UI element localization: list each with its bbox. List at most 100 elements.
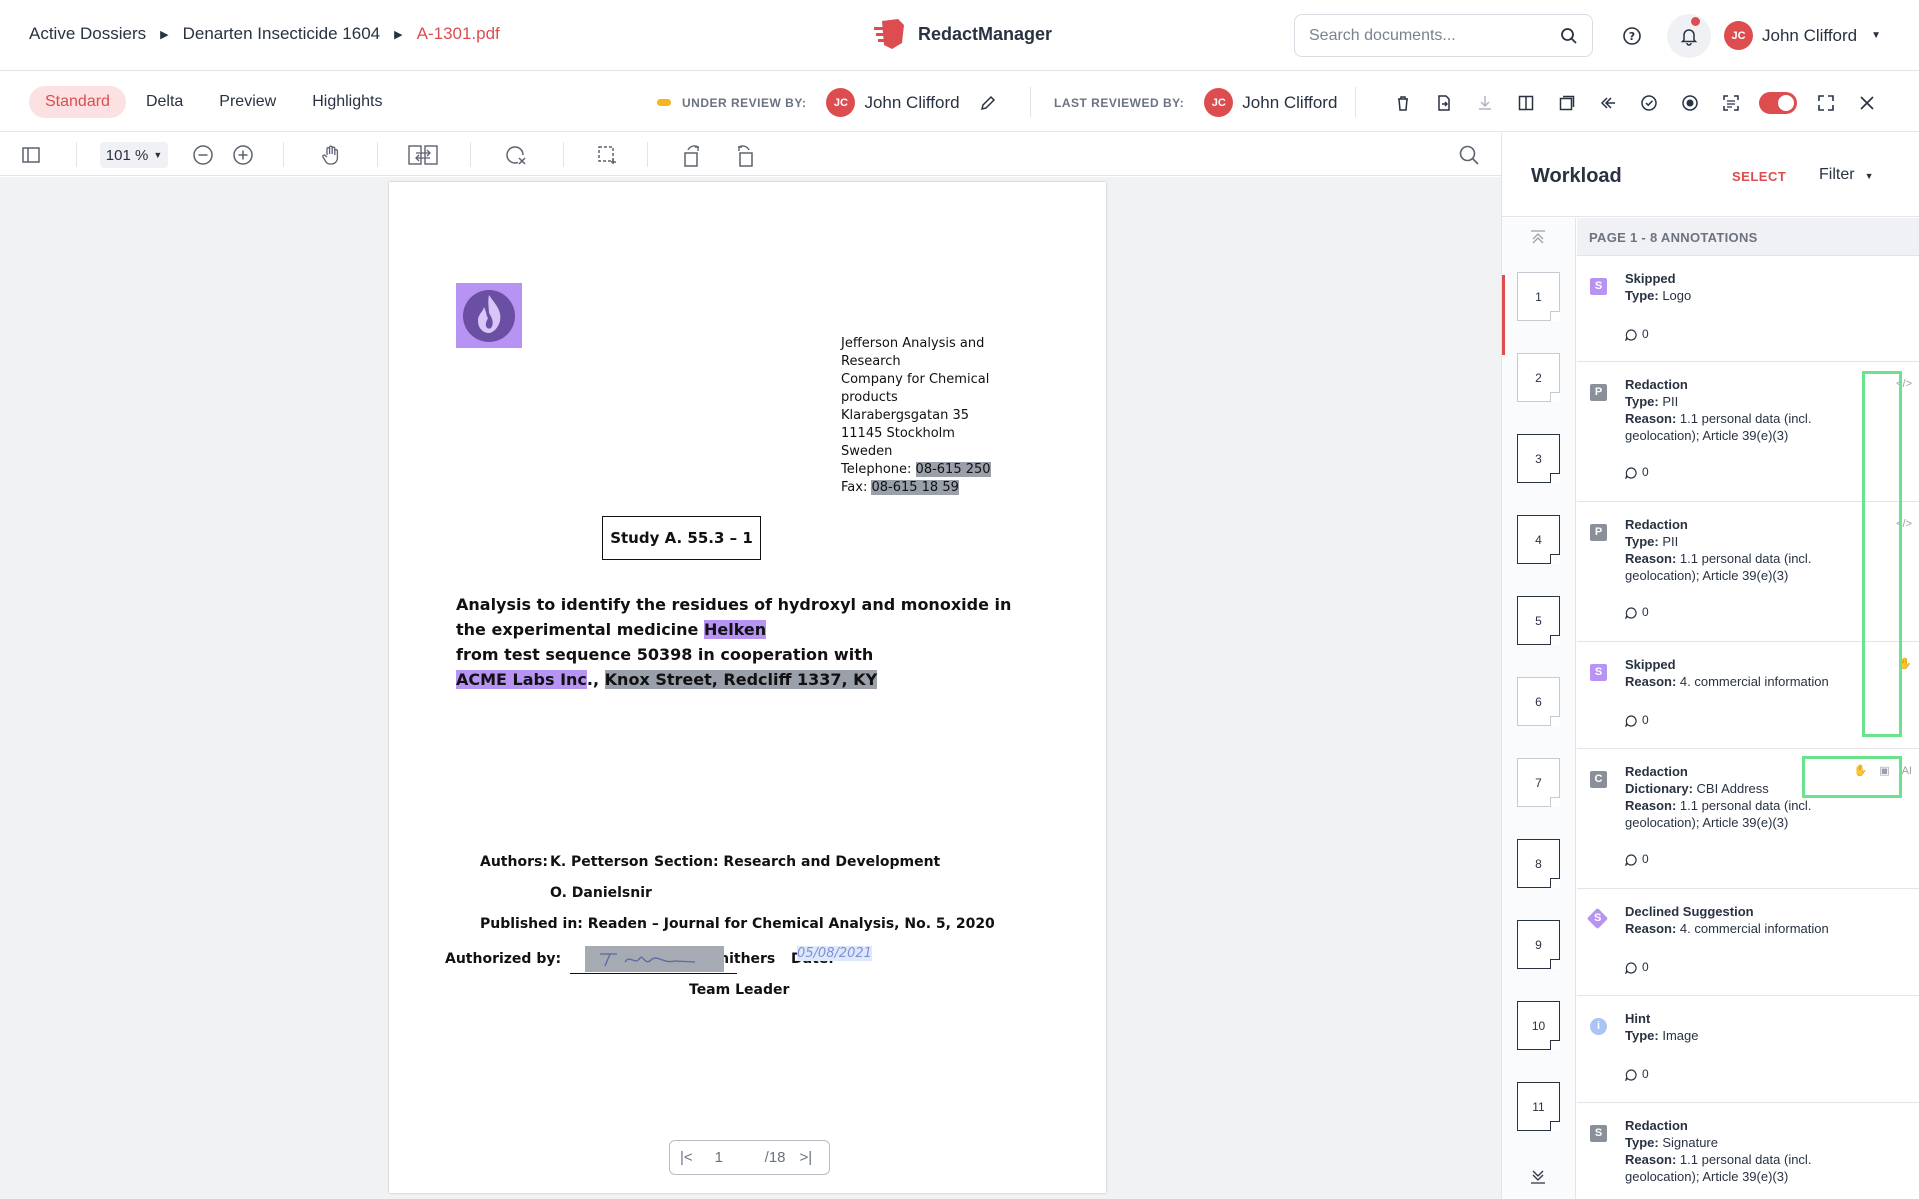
- page-thumbnail[interactable]: 7: [1517, 758, 1560, 807]
- badge-letter: S: [1593, 912, 1602, 924]
- comments[interactable]: 0: [1625, 959, 1908, 976]
- document-logo[interactable]: [456, 283, 522, 348]
- divider: [377, 142, 378, 167]
- user-name: John Clifford: [1762, 25, 1858, 45]
- delete-button[interactable]: [1382, 90, 1423, 116]
- breadcrumb-file[interactable]: A-1301.pdf: [417, 24, 500, 44]
- close-button[interactable]: [1846, 90, 1887, 116]
- fullscreen-button[interactable]: [1805, 90, 1846, 116]
- first-page-icon[interactable]: |<: [680, 1149, 693, 1166]
- assign-button[interactable]: [1423, 90, 1464, 116]
- title-line: the experimental medicine: [456, 620, 704, 639]
- skipped-highlight[interactable]: Helken: [703, 620, 767, 639]
- page-thumbnail[interactable]: 5: [1517, 596, 1560, 645]
- page-thumbnail[interactable]: 8: [1517, 839, 1560, 888]
- page-thumbnail[interactable]: 3: [1517, 434, 1560, 483]
- comment-icon: [1625, 853, 1637, 866]
- comments[interactable]: 0: [1625, 326, 1908, 343]
- study-box: Study A. 55.3 – 1: [602, 516, 761, 560]
- notifications-button[interactable]: [1667, 14, 1711, 58]
- thumb-number: 11: [1532, 1099, 1545, 1114]
- breadcrumb-separator-icon: ▶: [160, 28, 169, 41]
- avatar: JC: [826, 88, 856, 117]
- tab-standard[interactable]: Standard: [29, 86, 126, 118]
- page-thumbnail[interactable]: 10: [1517, 1001, 1560, 1050]
- undo-all-button[interactable]: [1587, 90, 1628, 116]
- date-hint-highlight[interactable]: 05/08/2021: [797, 946, 872, 961]
- divider: [1355, 87, 1356, 117]
- tab-preview[interactable]: Preview: [203, 86, 292, 118]
- document-page[interactable]: Jefferson Analysis and Research Company …: [389, 182, 1106, 1193]
- split-view-button[interactable]: [1505, 90, 1546, 116]
- download-button[interactable]: [1464, 90, 1505, 116]
- rotate-right-button[interactable]: [731, 142, 757, 168]
- page-thumbnail[interactable]: 1: [1517, 272, 1560, 321]
- comments[interactable]: 0: [1625, 851, 1908, 868]
- collapse-down-icon[interactable]: [1529, 1168, 1547, 1191]
- annotation-field-value: Image: [1658, 1028, 1699, 1043]
- page-thumbnail[interactable]: 9: [1517, 920, 1560, 969]
- address-redaction[interactable]: Knox Street, Redcliff 1337, KY: [604, 670, 878, 689]
- tab-highlights[interactable]: Highlights: [296, 86, 398, 118]
- skipped-highlight[interactable]: ACME Labs Inc: [456, 670, 587, 689]
- comments[interactable]: 0: [1625, 1066, 1908, 1083]
- comment-icon: [1625, 328, 1637, 341]
- user-menu[interactable]: JC John Clifford ▼: [1724, 21, 1881, 50]
- page-number-input[interactable]: 1: [715, 1149, 765, 1166]
- thumb-number: 4: [1535, 532, 1542, 547]
- redaction-toggle[interactable]: [1759, 92, 1797, 114]
- page-thumbnail[interactable]: 11: [1517, 1082, 1560, 1131]
- toggle-sidebar-button[interactable]: [18, 142, 44, 168]
- zoom-in-button[interactable]: [230, 142, 256, 168]
- annotation-item[interactable]: i Hint Type: Image 0: [1577, 996, 1919, 1103]
- address-line: 11145 Stockholm: [841, 426, 955, 441]
- area-select-button[interactable]: [594, 142, 620, 168]
- brand[interactable]: RedactManager: [872, 17, 1052, 51]
- export-button[interactable]: [1546, 90, 1587, 116]
- record-button[interactable]: [1669, 90, 1710, 116]
- select-button[interactable]: SELECT: [1732, 169, 1786, 184]
- fax-label: Fax:: [841, 480, 872, 495]
- page-thumbnail[interactable]: 2: [1517, 353, 1560, 402]
- breadcrumb-dossier[interactable]: Denarten Insecticide 1604: [183, 24, 381, 44]
- approve-button[interactable]: [1628, 90, 1669, 116]
- breadcrumb-active-dossiers[interactable]: Active Dossiers: [29, 24, 146, 44]
- trash-icon: [1397, 96, 1408, 111]
- annotation-item[interactable]: S Skipped Type: Logo 0: [1577, 256, 1919, 362]
- download-icon: [1478, 96, 1491, 110]
- check-circle-icon: [1640, 95, 1657, 111]
- flame-logo-icon: [463, 290, 515, 342]
- under-review-by: UNDER REVIEW BY: JC John Clifford: [657, 88, 997, 117]
- scan-text-icon: [1722, 95, 1739, 111]
- collapse-up-icon[interactable]: [1529, 228, 1547, 251]
- ocr-button[interactable]: [1710, 90, 1751, 116]
- area-select-icon: [598, 146, 616, 164]
- ai-icon[interactable]: AI: [1902, 763, 1912, 780]
- search-icon[interactable]: [1560, 27, 1578, 45]
- edit-pencil-icon[interactable]: [979, 94, 997, 112]
- tab-delta[interactable]: Delta: [130, 86, 199, 118]
- address-line: Klarabergsgatan 35: [841, 408, 970, 423]
- page-thumbnail[interactable]: 6: [1517, 677, 1560, 726]
- zoom-out-button[interactable]: [190, 142, 216, 168]
- signature-line: [570, 973, 737, 974]
- clear-annotations-button[interactable]: [503, 142, 529, 168]
- page-thumbnail[interactable]: 4: [1517, 515, 1560, 564]
- document-search-button[interactable]: [1456, 142, 1482, 168]
- fax-redaction[interactable]: 08-615 18 59: [871, 480, 959, 495]
- compare-button[interactable]: [407, 142, 439, 168]
- annotation-item[interactable]: S Declined Suggestion Reason: 4. commerc…: [1577, 889, 1919, 996]
- telephone-redaction[interactable]: 08-615 250: [915, 462, 991, 477]
- title-line: Analysis to identify the residues of hyd…: [456, 595, 1012, 614]
- signature-redaction[interactable]: [585, 946, 724, 972]
- search-input[interactable]: [1309, 26, 1560, 45]
- document-actions: [1382, 90, 1887, 116]
- document-viewer[interactable]: Jefferson Analysis and Research Company …: [0, 177, 1501, 1199]
- pan-tool-button[interactable]: [318, 142, 344, 168]
- rotate-left-button[interactable]: [680, 142, 706, 168]
- filter-dropdown[interactable]: Filter ▼: [1819, 166, 1873, 184]
- annotation-item[interactable]: S Redaction Type: Signature Reason: 1.1 …: [1577, 1103, 1919, 1199]
- last-page-icon[interactable]: >|: [800, 1149, 813, 1166]
- zoom-select[interactable]: 101 % ▼: [100, 142, 168, 168]
- help-button[interactable]: ?: [1618, 22, 1646, 50]
